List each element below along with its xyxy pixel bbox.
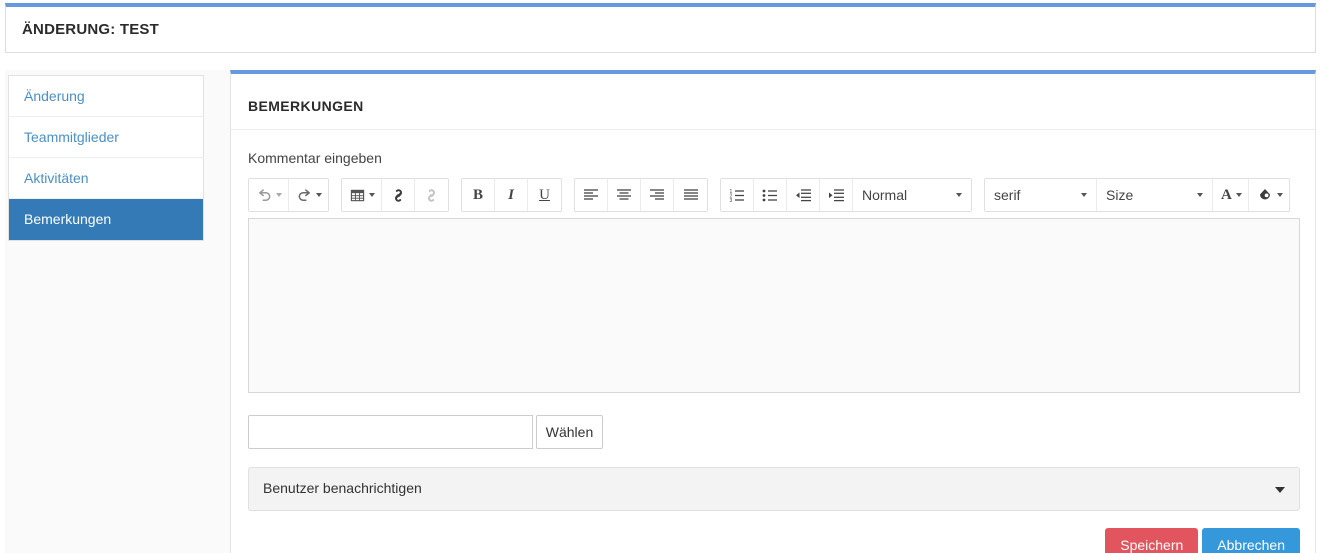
link-button[interactable] [382,179,415,211]
editor-toolbar: B I U 1 2 3 Normal serif Size A [248,176,1300,214]
app-root: ÄNDERUNG: TEST Änderung Teammitglieder A… [0,0,1321,553]
sidebar-item-teammitglieder[interactable]: Teammitglieder [9,117,203,158]
toolbar-group-insert [341,178,449,212]
font-color-button[interactable]: A [1213,179,1249,211]
paragraph-style-select[interactable]: Normal [853,179,971,211]
link-icon [390,187,407,204]
italic-button[interactable]: I [495,179,528,211]
sidebar-item-label: Bemerkungen [24,211,112,227]
main-panel: BEMERKUNGEN Kommentar eingeben B I U 1 2… [230,70,1316,553]
cancel-button[interactable]: Abbrechen [1202,528,1300,553]
ordered-list-icon: 1 2 3 [729,188,746,203]
toolbar-group-lists: 1 2 3 Normal [720,178,972,212]
unlink-button[interactable] [415,179,448,211]
outdent-icon [795,188,812,203]
toolbar-group-format: B I U [461,178,562,212]
align-right-button[interactable] [641,179,674,211]
toolbar-group-font: serif Size A [984,178,1290,212]
align-left-icon [583,188,599,202]
attachment-row: Wählen [248,415,1298,449]
undo-caret-icon[interactable] [276,193,282,197]
table-icon [350,188,365,203]
comment-label: Kommentar eingeben [248,150,382,166]
table-caret-icon[interactable] [369,193,375,197]
page-title: ÄNDERUNG: TEST [22,21,159,38]
sidebar-item-bemerkungen[interactable]: Bemerkungen [9,199,203,240]
panel-title: BEMERKUNGEN [248,98,364,114]
undo-icon [257,188,272,203]
font-size-select[interactable]: Size [1097,179,1213,211]
ordered-list-button[interactable]: 1 2 3 [721,179,754,211]
font-color-icon: A [1221,186,1232,203]
bold-icon: B [472,186,483,203]
align-center-button[interactable] [608,179,641,211]
underline-button[interactable]: U [528,179,561,211]
unordered-list-icon [762,188,779,203]
unlink-icon [423,187,440,204]
indent-icon [828,188,845,203]
redo-button[interactable] [289,179,328,211]
font-family-value: serif [994,187,1021,203]
font-color-caret-icon[interactable] [1235,193,1242,197]
background-color-button[interactable] [1248,179,1289,211]
sidebar-item-aenderung[interactable]: Änderung [9,76,203,117]
editor-content-area[interactable] [248,218,1300,393]
toolbar-group-align [574,178,708,212]
font-family-select[interactable]: serif [985,179,1097,211]
panel-header: BEMERKUNGEN [231,74,1315,130]
align-right-icon [649,188,665,202]
sidebar-item-label: Änderung [24,88,85,104]
rich-text-editor: B I U 1 2 3 Normal serif Size A [248,176,1300,393]
align-center-icon [616,188,632,202]
chevron-down-icon [956,193,962,197]
save-button[interactable]: Speichern [1105,528,1199,553]
italic-icon: I [508,186,514,203]
title-panel: ÄNDERUNG: TEST [5,3,1316,53]
outdent-button[interactable] [787,179,820,211]
attachment-input[interactable] [248,415,533,449]
form-actions: Speichern Abbrechen [248,528,1300,553]
redo-icon [297,188,312,203]
table-button[interactable] [342,179,382,211]
align-justify-button[interactable] [674,179,707,211]
bold-button[interactable]: B [462,179,495,211]
unordered-list-button[interactable] [754,179,787,211]
sidebar-nav-list: Änderung Teammitglieder Aktivitäten Beme… [8,75,204,241]
background-color-caret-icon[interactable] [1276,193,1283,197]
sidebar: Änderung Teammitglieder Aktivitäten Beme… [5,70,230,553]
sidebar-item-aktivitaeten[interactable]: Aktivitäten [9,158,203,199]
notify-users-label: Benutzer benachrichtigen [263,480,422,496]
chevron-down-icon [1275,487,1285,493]
panel-body: Kommentar eingeben B I U 1 2 3 Normal se… [231,130,1315,553]
chevron-down-icon [1197,193,1203,197]
sidebar-item-label: Aktivitäten [24,170,89,186]
notify-users-accordion[interactable]: Benutzer benachrichtigen [248,467,1300,511]
toolbar-group-history [248,178,329,212]
svg-text:3: 3 [729,198,732,203]
font-size-value: Size [1106,187,1134,203]
sidebar-item-label: Teammitglieder [24,129,119,145]
paragraph-style-value: Normal [862,187,908,203]
align-left-button[interactable] [575,179,608,211]
ink-drop-icon [1257,187,1273,203]
redo-caret-icon[interactable] [316,193,322,197]
underline-icon: U [539,186,550,203]
indent-button[interactable] [820,179,853,211]
align-justify-icon [683,188,699,202]
chevron-down-icon [1081,193,1087,197]
undo-button[interactable] [249,179,289,211]
choose-button[interactable]: Wählen [536,415,603,449]
